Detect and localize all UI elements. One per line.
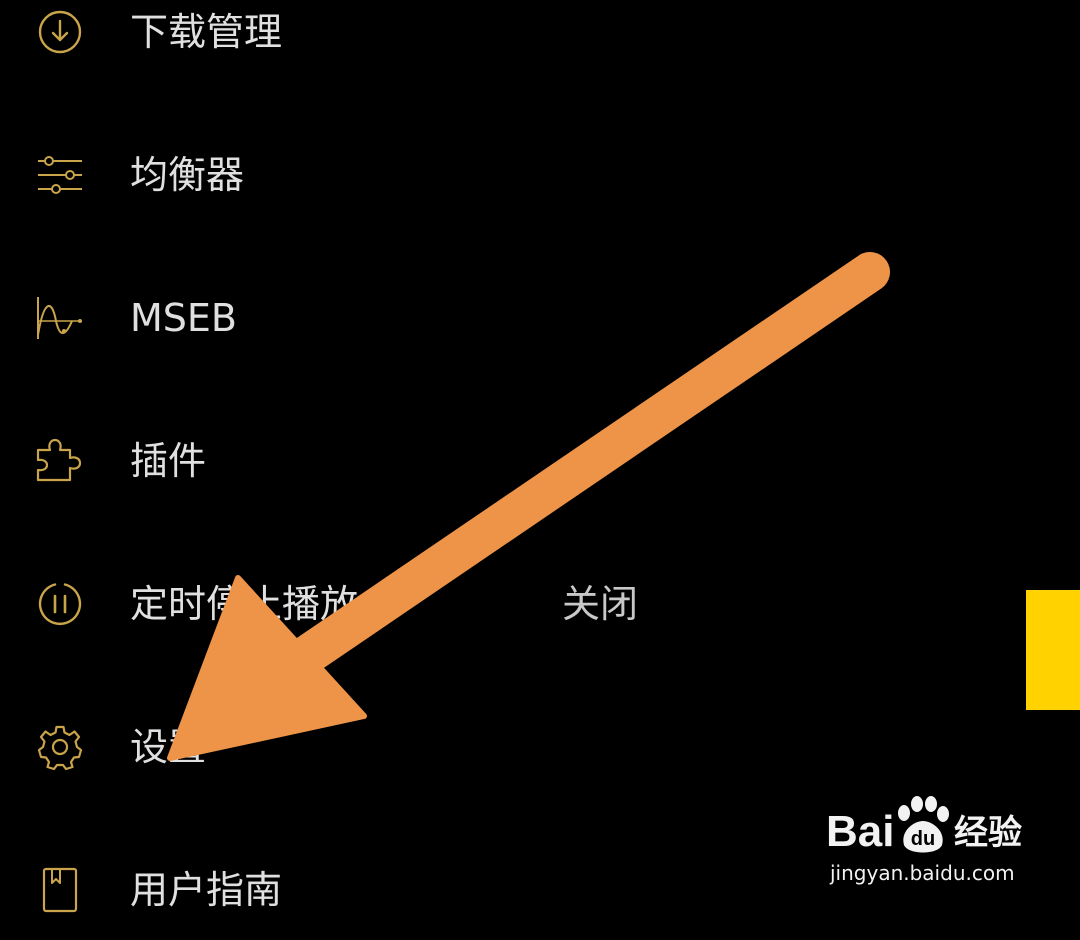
- menu-item-plugins[interactable]: 插件: [0, 411, 1000, 511]
- menu-item-label: MSEB: [130, 296, 237, 340]
- equalizer-icon: [34, 152, 86, 198]
- menu-item-label: 用户指南: [130, 868, 283, 912]
- side-menu: 下载管理 均衡器 MSEB 插件 定时停止播放 关闭 设置 用户指南: [0, 0, 1080, 913]
- side-tab[interactable]: [1026, 590, 1080, 710]
- book-icon: [34, 867, 86, 913]
- timer-pause-icon: [34, 581, 86, 627]
- watermark-url: jingyan.baidu.com: [830, 861, 1015, 885]
- menu-item-download-manager[interactable]: 下载管理: [0, 0, 1000, 82]
- menu-item-settings[interactable]: 设置: [0, 697, 1000, 797]
- menu-item-label: 定时停止播放: [130, 582, 359, 626]
- gear-icon: [34, 724, 86, 770]
- paw-icon: du: [892, 795, 952, 855]
- sleep-timer-value: 关闭: [562, 582, 639, 626]
- menu-item-label: 均衡器: [130, 153, 245, 197]
- watermark-brand-suffix: du: [911, 828, 935, 850]
- menu-item-label: 插件: [130, 439, 207, 483]
- menu-item-label: 下载管理: [130, 10, 283, 54]
- baidu-watermark: Bai du 经验 jingyan.baidu.com: [826, 795, 1066, 895]
- download-icon: [34, 9, 86, 55]
- watermark-product: 经验: [954, 813, 1022, 853]
- puzzle-icon: [34, 438, 86, 484]
- watermark-brand: Bai: [826, 807, 895, 856]
- mseb-wave-icon: [34, 295, 86, 341]
- menu-item-equalizer[interactable]: 均衡器: [0, 125, 1000, 225]
- menu-item-sleep-timer[interactable]: 定时停止播放 关闭: [0, 554, 1000, 654]
- menu-item-mseb[interactable]: MSEB: [0, 268, 1000, 368]
- menu-item-label: 设置: [130, 725, 207, 769]
